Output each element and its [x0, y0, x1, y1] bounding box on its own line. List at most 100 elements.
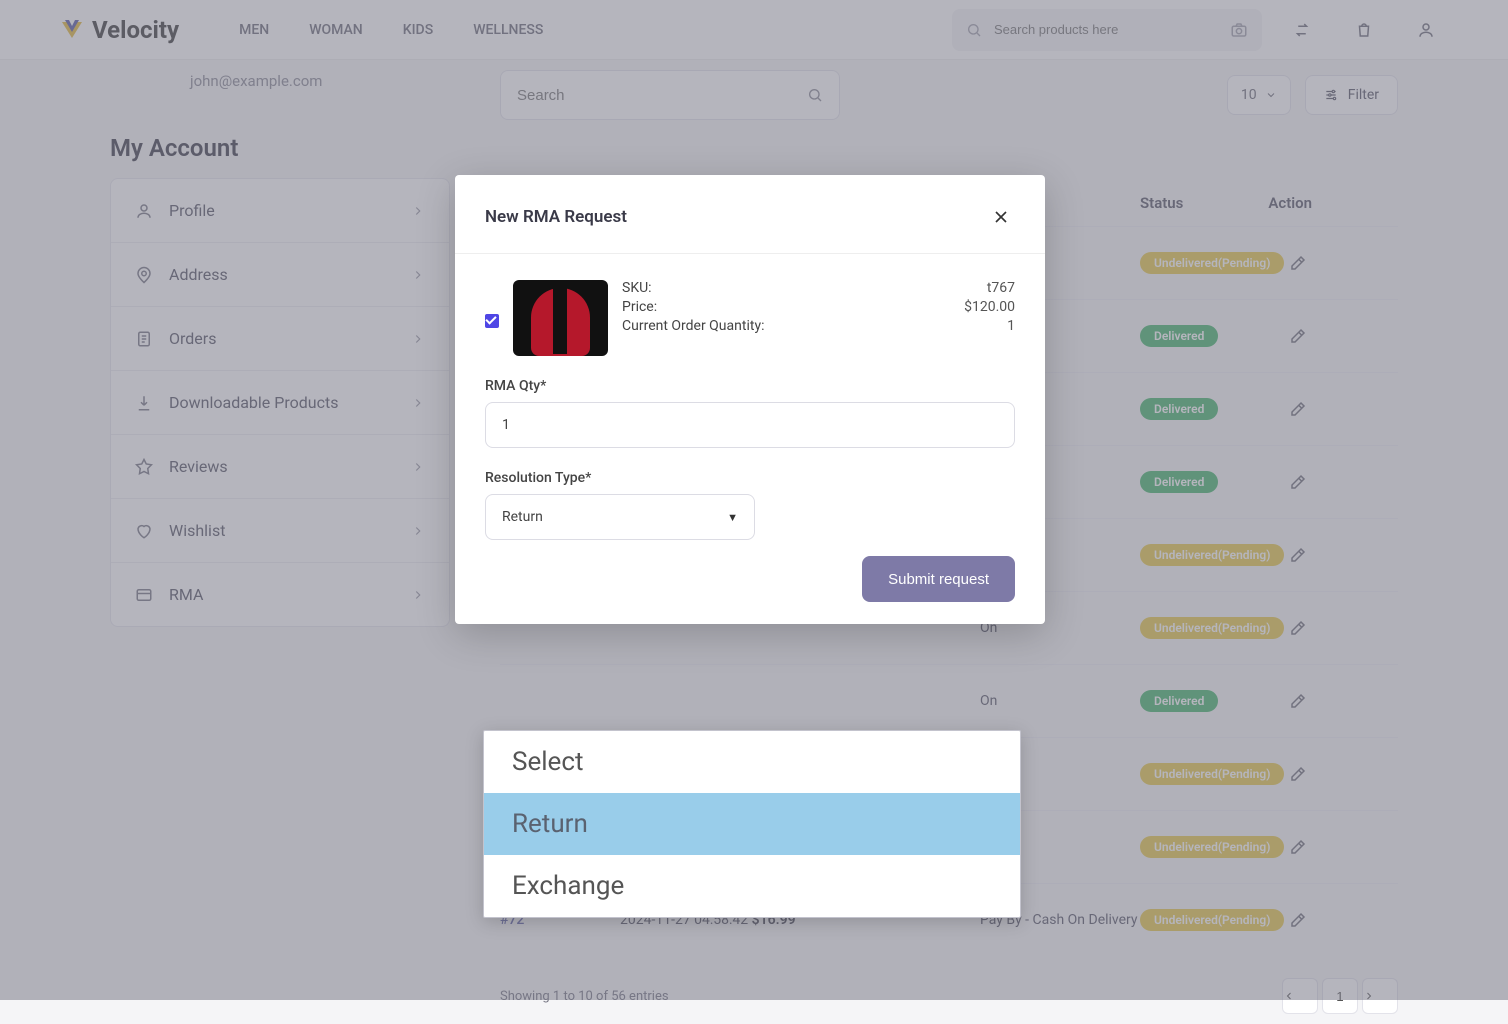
- option-select[interactable]: Select: [484, 731, 1020, 793]
- status-badge: Delivered: [1140, 325, 1218, 347]
- pagination: 1: [1282, 978, 1398, 1014]
- filter-label: Filter: [1348, 87, 1379, 103]
- rma-qty-label: RMA Qty*: [455, 356, 1045, 402]
- per-page-value: 10: [1241, 87, 1257, 103]
- search-icon: [807, 87, 823, 103]
- page-current[interactable]: 1: [1322, 978, 1358, 1014]
- table-row: OnDelivered: [500, 664, 1398, 737]
- nav-men[interactable]: MEN: [239, 22, 269, 38]
- product-info: SKU: t767 Price: $120.00 Current Order Qua…: [622, 280, 1015, 337]
- chevron-right-icon: [411, 524, 425, 538]
- product-checkbox[interactable]: [485, 314, 499, 328]
- main-nav: MEN WOMAN KIDS WELLNESS: [239, 22, 543, 38]
- edit-icon[interactable]: [1284, 760, 1312, 788]
- list-search-input[interactable]: [517, 87, 807, 104]
- rma-icon: [135, 586, 153, 604]
- new-rma-modal: New RMA Request SKU: t767 Price: $120.00 C…: [455, 175, 1045, 624]
- user-email: john@example.com: [190, 72, 450, 90]
- sku-label: SKU:: [622, 280, 652, 296]
- page-next-button[interactable]: [1362, 978, 1398, 1014]
- edit-icon[interactable]: [1284, 687, 1312, 715]
- edit-icon[interactable]: [1284, 614, 1312, 642]
- order-qty-label: Current Order Quantity:: [622, 318, 764, 334]
- sidebar-item-wishlist[interactable]: Wishlist: [111, 499, 449, 563]
- sku-value: t767: [987, 280, 1015, 296]
- global-search[interactable]: [952, 9, 1262, 51]
- sidebar-item-label: Wishlist: [169, 521, 225, 540]
- chevron-right-icon: [411, 460, 425, 474]
- rma-qty-input[interactable]: 1: [485, 402, 1015, 448]
- chevron-right-icon: [411, 332, 425, 346]
- bag-icon[interactable]: [1342, 8, 1386, 52]
- edit-icon[interactable]: [1284, 541, 1312, 569]
- product-image: [513, 280, 608, 356]
- sidebar-item-label: Downloadable Products: [169, 393, 338, 412]
- chevron-right-icon: [411, 588, 425, 602]
- heart-icon: [135, 522, 153, 540]
- edit-icon[interactable]: [1284, 249, 1312, 277]
- resolution-dropdown: Select Return Exchange: [483, 730, 1021, 918]
- chevron-right-icon: [411, 268, 425, 282]
- nav-wellness[interactable]: WELLNESS: [473, 22, 543, 38]
- camera-icon[interactable]: [1230, 21, 1248, 39]
- sidebar-item-downloadable[interactable]: Downloadable Products: [111, 371, 449, 435]
- sidebar-item-profile[interactable]: Profile: [111, 179, 449, 243]
- sidebar-item-reviews[interactable]: Reviews: [111, 435, 449, 499]
- sidebar-item-label: Address: [169, 265, 228, 284]
- sidebar-item-label: Profile: [169, 201, 215, 220]
- section-title: My Account: [110, 134, 450, 162]
- list-search[interactable]: [500, 70, 840, 120]
- edit-icon[interactable]: [1284, 906, 1312, 934]
- modal-title: New RMA Request: [485, 207, 627, 227]
- col-action-header: Action: [1260, 194, 1320, 212]
- account-sidebar: Profile Address Orders Downloadable Prod…: [110, 178, 450, 627]
- pin-icon: [135, 266, 153, 284]
- order-qty-value: 1: [1007, 318, 1015, 334]
- global-search-input[interactable]: [994, 22, 1218, 37]
- status-badge: Delivered: [1140, 471, 1218, 493]
- sidebar-item-label: Orders: [169, 329, 216, 348]
- close-button[interactable]: [987, 203, 1015, 231]
- pay-by: On: [980, 693, 1140, 709]
- price-value: $120.00: [964, 299, 1015, 315]
- brand-name: Velocity: [92, 16, 179, 44]
- status-badge: Delivered: [1140, 398, 1218, 420]
- person-icon: [135, 202, 153, 220]
- submit-request-button[interactable]: Submit request: [862, 556, 1015, 602]
- nav-kids[interactable]: KIDS: [403, 22, 433, 38]
- sliders-icon: [1324, 88, 1338, 102]
- user-icon[interactable]: [1404, 8, 1448, 52]
- resolution-type-label: Resolution Type*: [455, 448, 1045, 494]
- compare-icon[interactable]: [1280, 8, 1324, 52]
- sidebar-item-orders[interactable]: Orders: [111, 307, 449, 371]
- chevron-down-icon: [1265, 89, 1277, 101]
- sidebar-item-address[interactable]: Address: [111, 243, 449, 307]
- option-exchange[interactable]: Exchange: [484, 855, 1020, 917]
- table-footer-text: Showing 1 to 10 of 56 entries: [500, 989, 669, 1004]
- filter-button[interactable]: Filter: [1305, 75, 1398, 115]
- caret-down-icon: ▼: [727, 511, 738, 524]
- logo-mark: [60, 18, 84, 42]
- sidebar-item-label: RMA: [169, 585, 203, 604]
- status-badge: Delivered: [1140, 690, 1218, 712]
- edit-icon[interactable]: [1284, 322, 1312, 350]
- star-icon: [135, 458, 153, 476]
- download-icon: [135, 394, 153, 412]
- brand-logo[interactable]: Velocity: [60, 16, 179, 44]
- col-status-header: Status: [1140, 194, 1260, 212]
- edit-icon[interactable]: [1284, 395, 1312, 423]
- chevron-right-icon: [411, 204, 425, 218]
- edit-icon[interactable]: [1284, 833, 1312, 861]
- price-label: Price:: [622, 299, 657, 315]
- orders-icon: [135, 330, 153, 348]
- resolution-type-select[interactable]: Return ▼: [485, 494, 755, 540]
- resolution-selected-value: Return: [502, 509, 543, 525]
- nav-woman[interactable]: WOMAN: [309, 22, 363, 38]
- option-return[interactable]: Return: [484, 793, 1020, 855]
- page-prev-button[interactable]: [1282, 978, 1318, 1014]
- sidebar-item-rma[interactable]: RMA: [111, 563, 449, 626]
- sidebar-item-label: Reviews: [169, 457, 228, 476]
- chevron-right-icon: [411, 396, 425, 410]
- per-page-select[interactable]: 10: [1227, 75, 1291, 115]
- edit-icon[interactable]: [1284, 468, 1312, 496]
